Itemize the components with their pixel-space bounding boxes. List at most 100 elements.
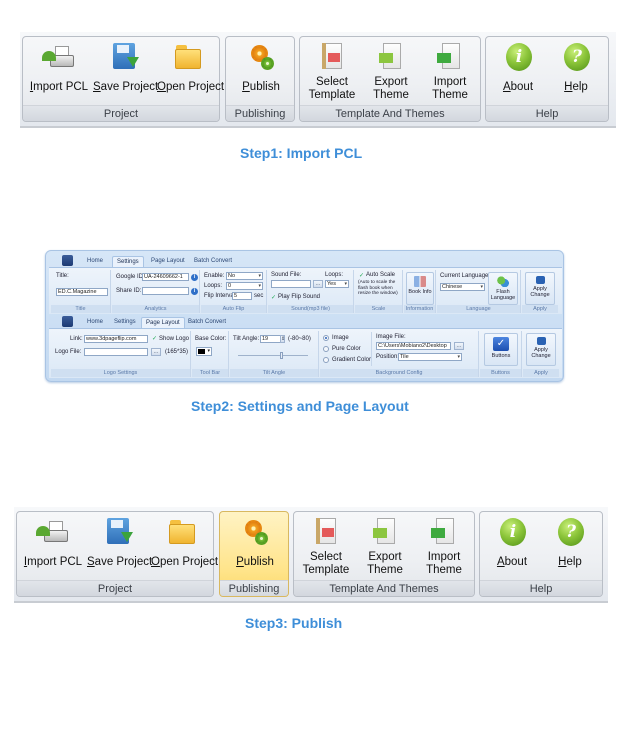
google-id-input[interactable]: UA-24609662-1 bbox=[142, 273, 189, 281]
publish-label: Publish bbox=[242, 81, 280, 93]
publish-button[interactable]: Publish bbox=[230, 43, 292, 103]
open-project-button[interactable]: Open Project bbox=[157, 43, 225, 103]
help-button-3[interactable]: ? Help bbox=[542, 518, 598, 578]
tab-page-layout-2[interactable]: Page Layout bbox=[141, 317, 185, 328]
position-select[interactable]: Tile bbox=[398, 353, 462, 361]
app-menu-icon-2[interactable] bbox=[62, 316, 73, 327]
import-pcl-button[interactable]: Import PCL bbox=[29, 43, 89, 103]
select-template-icon bbox=[315, 43, 349, 73]
tab-page-layout[interactable]: Page Layout bbox=[147, 256, 189, 267]
google-id-info-icon[interactable]: i bbox=[191, 274, 198, 281]
about-button[interactable]: i About bbox=[490, 43, 546, 103]
about-button-3[interactable]: i About bbox=[484, 518, 540, 578]
group-analytics: Google ID: UA-24609662-1 i Share ID: i A… bbox=[112, 270, 200, 313]
import-theme-icon bbox=[433, 43, 467, 73]
apply-label-2-b: Change bbox=[531, 353, 551, 359]
about-icon-3: i bbox=[495, 518, 529, 548]
apply-change-button-settings[interactable]: Apply Change bbox=[525, 272, 555, 305]
open-project-label: Open Project bbox=[157, 81, 225, 93]
flash-language-label-2: Language bbox=[490, 295, 516, 301]
group-label-publishing: Publishing bbox=[226, 105, 294, 121]
group-label-help-3: Help bbox=[480, 580, 602, 596]
select-template-button-3[interactable]: Select Template bbox=[298, 518, 354, 578]
enable-label: Enable: bbox=[204, 273, 225, 279]
logo-file-browse-button[interactable]: ... bbox=[151, 348, 161, 356]
sound-loops-select[interactable]: Yes bbox=[325, 280, 349, 288]
apply-change-icon-2 bbox=[536, 337, 546, 345]
group-label-logo-settings: Logo Settings bbox=[51, 369, 190, 377]
import-theme-button-3[interactable]: Import Theme bbox=[416, 518, 472, 578]
help-icon-3: ? bbox=[553, 518, 587, 548]
group-label-auto-flip: Auto Flip bbox=[201, 305, 266, 313]
current-language-label: Current Language: bbox=[440, 273, 491, 279]
group-auto-flip: Enable: No Loops: 0 Flip Interval: 5 sec… bbox=[201, 270, 267, 313]
help-button[interactable]: ? Help bbox=[548, 43, 604, 103]
save-project-label-3: Save Project bbox=[87, 556, 153, 568]
book-info-button[interactable]: Book Info bbox=[406, 272, 434, 305]
save-project-icon-3 bbox=[101, 518, 135, 548]
group-label-analytics: Analytics bbox=[112, 305, 199, 313]
save-project-label: Save Project bbox=[93, 81, 159, 93]
tab-settings-2[interactable]: Settings bbox=[110, 317, 140, 328]
loops-select[interactable]: 0 bbox=[226, 282, 263, 290]
background-radio-gradient[interactable] bbox=[323, 357, 329, 363]
background-radio-pure-color[interactable] bbox=[323, 346, 329, 352]
enable-select[interactable]: No bbox=[226, 272, 263, 280]
share-id-input[interactable] bbox=[142, 287, 189, 295]
select-template-button[interactable]: Select Template bbox=[304, 43, 360, 103]
export-theme-button[interactable]: Export Theme bbox=[363, 43, 419, 103]
tilt-slider-thumb[interactable] bbox=[280, 352, 283, 359]
flip-interval-input[interactable]: 5 bbox=[232, 292, 252, 300]
app-menu-icon[interactable] bbox=[62, 255, 73, 266]
tilt-slider-track[interactable] bbox=[238, 355, 308, 356]
help-label-3: Help bbox=[558, 556, 582, 568]
buttons-label: Buttons bbox=[491, 353, 511, 359]
sound-file-browse-button[interactable]: ... bbox=[313, 280, 323, 288]
tab-settings[interactable]: Settings bbox=[112, 256, 144, 267]
group-label-language: Language bbox=[437, 305, 520, 313]
sound-loops-label: Loops: bbox=[325, 272, 344, 278]
buttons-button[interactable]: ✓ Buttons bbox=[484, 333, 518, 366]
link-input[interactable]: www.3dpageflip.com bbox=[84, 335, 148, 343]
tilt-angle-spinner[interactable]: ⇕ bbox=[280, 335, 285, 343]
play-flip-sound-checkbox[interactable]: ✓ bbox=[271, 294, 276, 301]
import-pcl-button-3[interactable]: Import PCL bbox=[23, 518, 83, 578]
base-color-picker[interactable]: ▾ bbox=[196, 347, 212, 356]
base-color-swatch bbox=[198, 349, 205, 354]
auto-scale-label: Auto Scale bbox=[366, 272, 396, 278]
auto-scale-checkbox[interactable]: ✓ bbox=[359, 272, 364, 279]
title-input[interactable]: ED.C.Magazine bbox=[56, 288, 108, 296]
background-option-gradient: Gradient Color bbox=[332, 357, 372, 363]
flash-language-button[interactable]: Flash Language bbox=[488, 272, 518, 305]
image-file-input[interactable]: C:\Users\Mobiano2\Desktop bbox=[376, 342, 451, 350]
export-theme-button-3[interactable]: Export Theme bbox=[357, 518, 413, 578]
current-language-select[interactable]: Chinese bbox=[440, 283, 485, 291]
group-label-project: Project bbox=[23, 105, 219, 121]
settings-ribbon-body: Title: ED.C.Magazine Title Google ID: UA… bbox=[49, 267, 562, 314]
group-label-title: Title bbox=[51, 305, 110, 313]
group-label-apply-settings: Apply bbox=[522, 305, 558, 313]
open-project-button-3[interactable]: Open Project bbox=[151, 518, 218, 578]
image-file-browse-button[interactable]: ... bbox=[454, 342, 464, 350]
save-project-button-3[interactable]: Save Project bbox=[87, 518, 153, 578]
share-id-info-icon[interactable]: i bbox=[191, 288, 198, 295]
export-theme-icon-3 bbox=[368, 518, 402, 548]
group-template-themes: Select Template Export Theme Import Them… bbox=[299, 36, 481, 122]
tab-home-2[interactable]: Home bbox=[83, 317, 107, 328]
background-radio-image[interactable] bbox=[323, 335, 329, 341]
group-information: Book Info Information bbox=[404, 270, 436, 313]
publish-button-3[interactable]: Publish bbox=[224, 518, 286, 578]
sound-file-input[interactable] bbox=[271, 280, 311, 288]
settings-panel: Home Settings Page Layout Batch Convert … bbox=[45, 250, 564, 382]
save-project-button[interactable]: Save Project bbox=[93, 43, 159, 103]
tab-batch-convert-2[interactable]: Batch Convert bbox=[184, 317, 230, 328]
flash-language-icon bbox=[497, 276, 509, 287]
import-theme-button[interactable]: Import Theme bbox=[422, 43, 478, 103]
tab-batch-convert[interactable]: Batch Convert bbox=[190, 256, 236, 267]
tab-home[interactable]: Home bbox=[83, 256, 107, 267]
background-option-image: Image bbox=[332, 335, 349, 341]
group-label-background-config: Background Config bbox=[320, 369, 478, 377]
show-logo-checkbox[interactable]: ✓ bbox=[152, 335, 157, 342]
logo-file-input[interactable] bbox=[84, 348, 148, 356]
apply-change-button-layout[interactable]: Apply Change bbox=[526, 333, 556, 366]
